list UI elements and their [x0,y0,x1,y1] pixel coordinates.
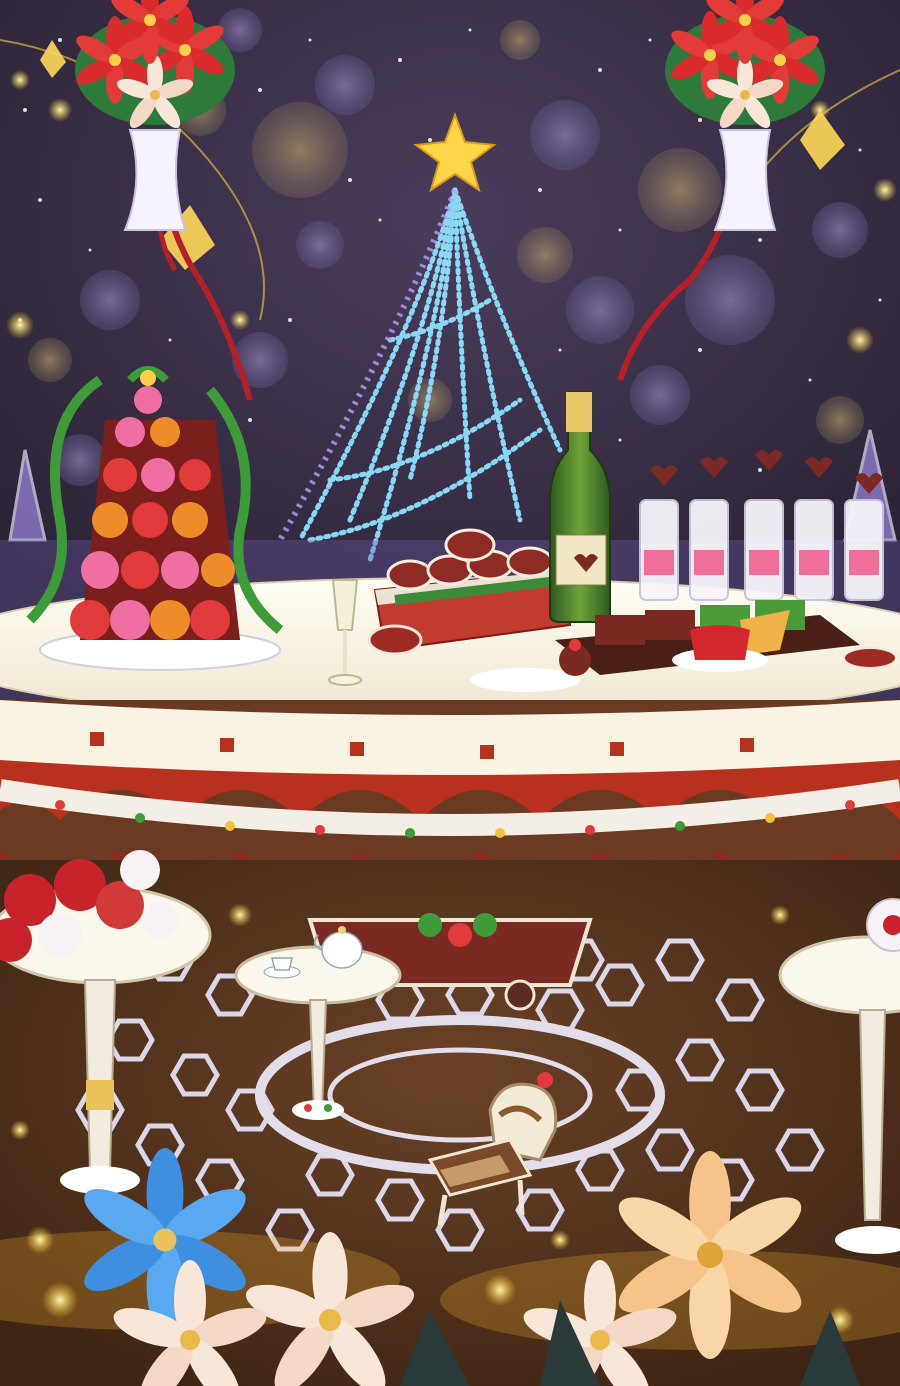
game-scene [0,0,900,1386]
scene-canvas [0,0,900,1386]
